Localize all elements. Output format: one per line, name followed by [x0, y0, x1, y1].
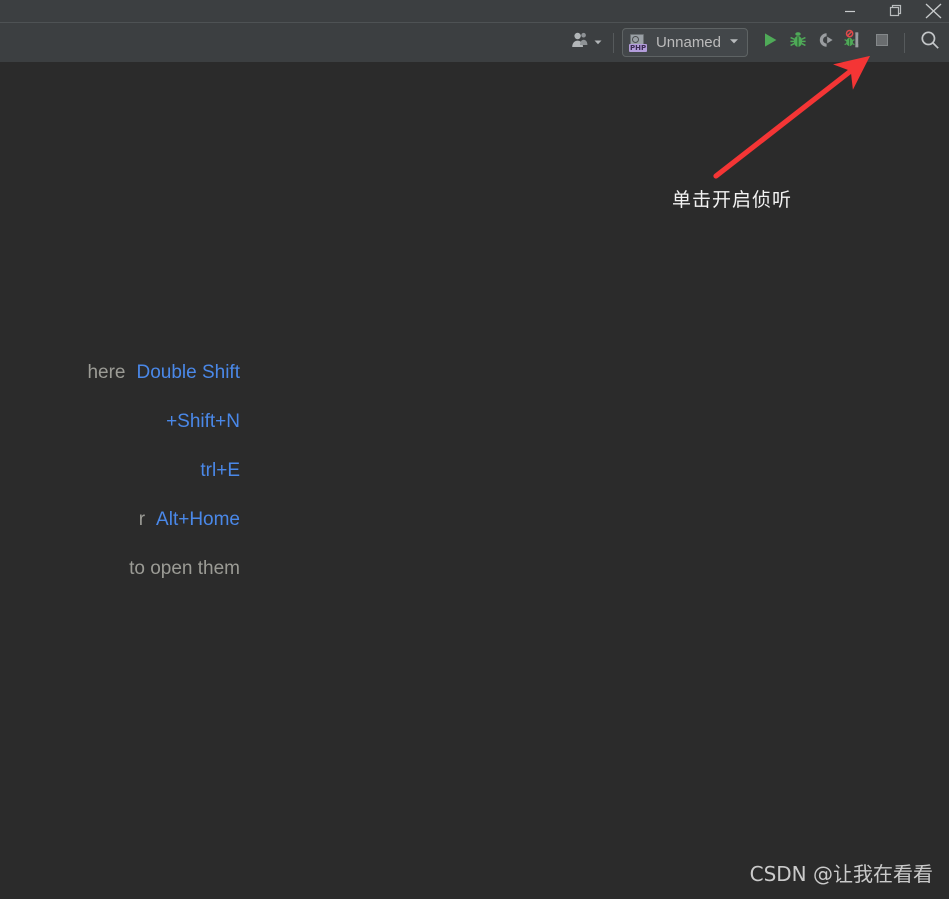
window-titlebar	[0, 0, 949, 23]
start-listening-php-debug-button[interactable]	[840, 29, 868, 57]
run-with-coverage-button[interactable]	[812, 29, 840, 57]
phone-listen-debug-icon	[843, 29, 865, 56]
toolbar-separator-2	[904, 32, 905, 53]
editor-empty-area: here Double Shift +Shift+N trl+E r Alt+H…	[0, 62, 949, 899]
annotation-text: 单击开启侦听	[672, 189, 793, 211]
list-item: to open them	[0, 544, 240, 593]
minimize-button[interactable]	[827, 0, 873, 22]
restore-button[interactable]	[873, 0, 919, 22]
close-button[interactable]	[919, 0, 949, 22]
run-configuration-label: Unnamed	[655, 34, 721, 51]
hint-description: here	[87, 361, 126, 383]
debug-bug-icon	[788, 30, 808, 55]
toolbar-separator	[612, 32, 614, 53]
user-account-icon	[571, 31, 591, 54]
list-item: r Alt+Home	[0, 495, 240, 544]
run-configuration-selector[interactable]: PHP Unnamed	[621, 28, 748, 57]
restore-icon	[889, 4, 903, 18]
hint-shortcut: Double Shift	[136, 361, 240, 383]
hint-description: to open them	[129, 557, 240, 579]
debug-button[interactable]	[784, 29, 812, 57]
list-item: here Double Shift	[0, 348, 240, 397]
search-everywhere-button[interactable]	[913, 29, 947, 57]
minimize-icon	[844, 5, 856, 17]
run-button[interactable]	[756, 29, 784, 57]
run-with-coverage-icon	[816, 30, 836, 55]
list-item: +Shift+N	[0, 397, 240, 446]
main-toolbar: PHP Unnamed	[0, 23, 949, 62]
stop-square-icon	[873, 31, 891, 54]
search-icon	[919, 29, 941, 56]
close-icon	[924, 3, 944, 19]
run-triangle-icon	[760, 30, 780, 55]
run-config-chevron-down-icon[interactable]	[728, 34, 740, 52]
account-chevron-down-icon[interactable]	[593, 34, 603, 52]
list-item: trl+E	[0, 446, 240, 495]
hint-shortcut: +Shift+N	[166, 410, 240, 432]
hint-description: r	[138, 508, 146, 530]
shortcut-hints-list: here Double Shift +Shift+N trl+E r Alt+H…	[0, 348, 240, 593]
csdn-watermark: CSDN @让我在看看	[749, 862, 933, 886]
stop-button[interactable]	[868, 29, 896, 57]
php-badge-label: PHP	[628, 43, 648, 52]
hint-shortcut: trl+E	[200, 459, 240, 481]
account-widget[interactable]	[565, 29, 605, 57]
hint-shortcut: Alt+Home	[156, 508, 240, 530]
php-web-page-config-icon: PHP	[628, 33, 649, 52]
